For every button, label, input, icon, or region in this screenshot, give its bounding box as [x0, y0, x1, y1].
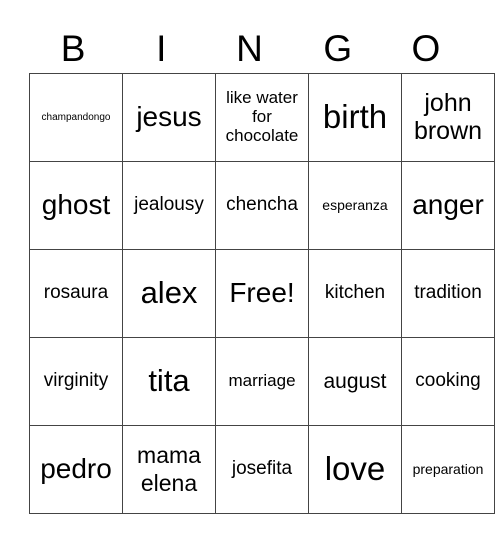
- bingo-cell[interactable]: tita: [122, 337, 216, 426]
- bingo-cell[interactable]: ghost: [29, 161, 123, 250]
- board-row: ghost jealousy chencha esperanza anger: [29, 161, 495, 250]
- header-letter-g: G: [323, 28, 353, 69]
- header-letter-n: N: [236, 28, 263, 69]
- bingo-cell[interactable]: birth: [308, 73, 402, 162]
- bingo-cell[interactable]: mama elena: [122, 425, 216, 514]
- bingo-cell[interactable]: rosaura: [29, 249, 123, 338]
- bingo-cell[interactable]: josefita: [215, 425, 309, 514]
- bingo-cell[interactable]: kitchen: [308, 249, 402, 338]
- bingo-cell[interactable]: love: [308, 425, 402, 514]
- bingo-cell[interactable]: preparation: [401, 425, 495, 514]
- bingo-cell[interactable]: jesus: [122, 73, 216, 162]
- bingo-cell[interactable]: pedro: [29, 425, 123, 514]
- header-letter-b: B: [60, 28, 86, 69]
- board-row: virginity tita marriage august cooking: [29, 337, 495, 426]
- bingo-cell[interactable]: jealousy: [122, 161, 216, 250]
- bingo-header: B I N G O: [29, 26, 470, 72]
- bingo-cell[interactable]: anger: [401, 161, 495, 250]
- board-row: pedro mama elena josefita love preparati…: [29, 425, 495, 514]
- bingo-cell[interactable]: august: [308, 337, 402, 426]
- bingo-cell[interactable]: marriage: [215, 337, 309, 426]
- bingo-cell[interactable]: esperanza: [308, 161, 402, 250]
- bingo-cell[interactable]: champandongo: [29, 73, 123, 162]
- bingo-cell[interactable]: alex: [122, 249, 216, 338]
- bingo-cell[interactable]: chencha: [215, 161, 309, 250]
- board-row: rosaura alex Free! kitchen tradition: [29, 249, 495, 338]
- board-row: champandongo jesus like water for chocol…: [29, 73, 495, 162]
- bingo-board: champandongo jesus like water for chocol…: [29, 73, 495, 514]
- bingo-cell[interactable]: like water for chocolate: [215, 73, 309, 162]
- free-space-cell[interactable]: Free!: [215, 249, 309, 338]
- bingo-cell[interactable]: john brown: [401, 73, 495, 162]
- header-letter-i: I: [156, 28, 167, 69]
- header-letter-o: O: [411, 28, 441, 69]
- bingo-cell[interactable]: cooking: [401, 337, 495, 426]
- bingo-cell[interactable]: tradition: [401, 249, 495, 338]
- bingo-cell[interactable]: virginity: [29, 337, 123, 426]
